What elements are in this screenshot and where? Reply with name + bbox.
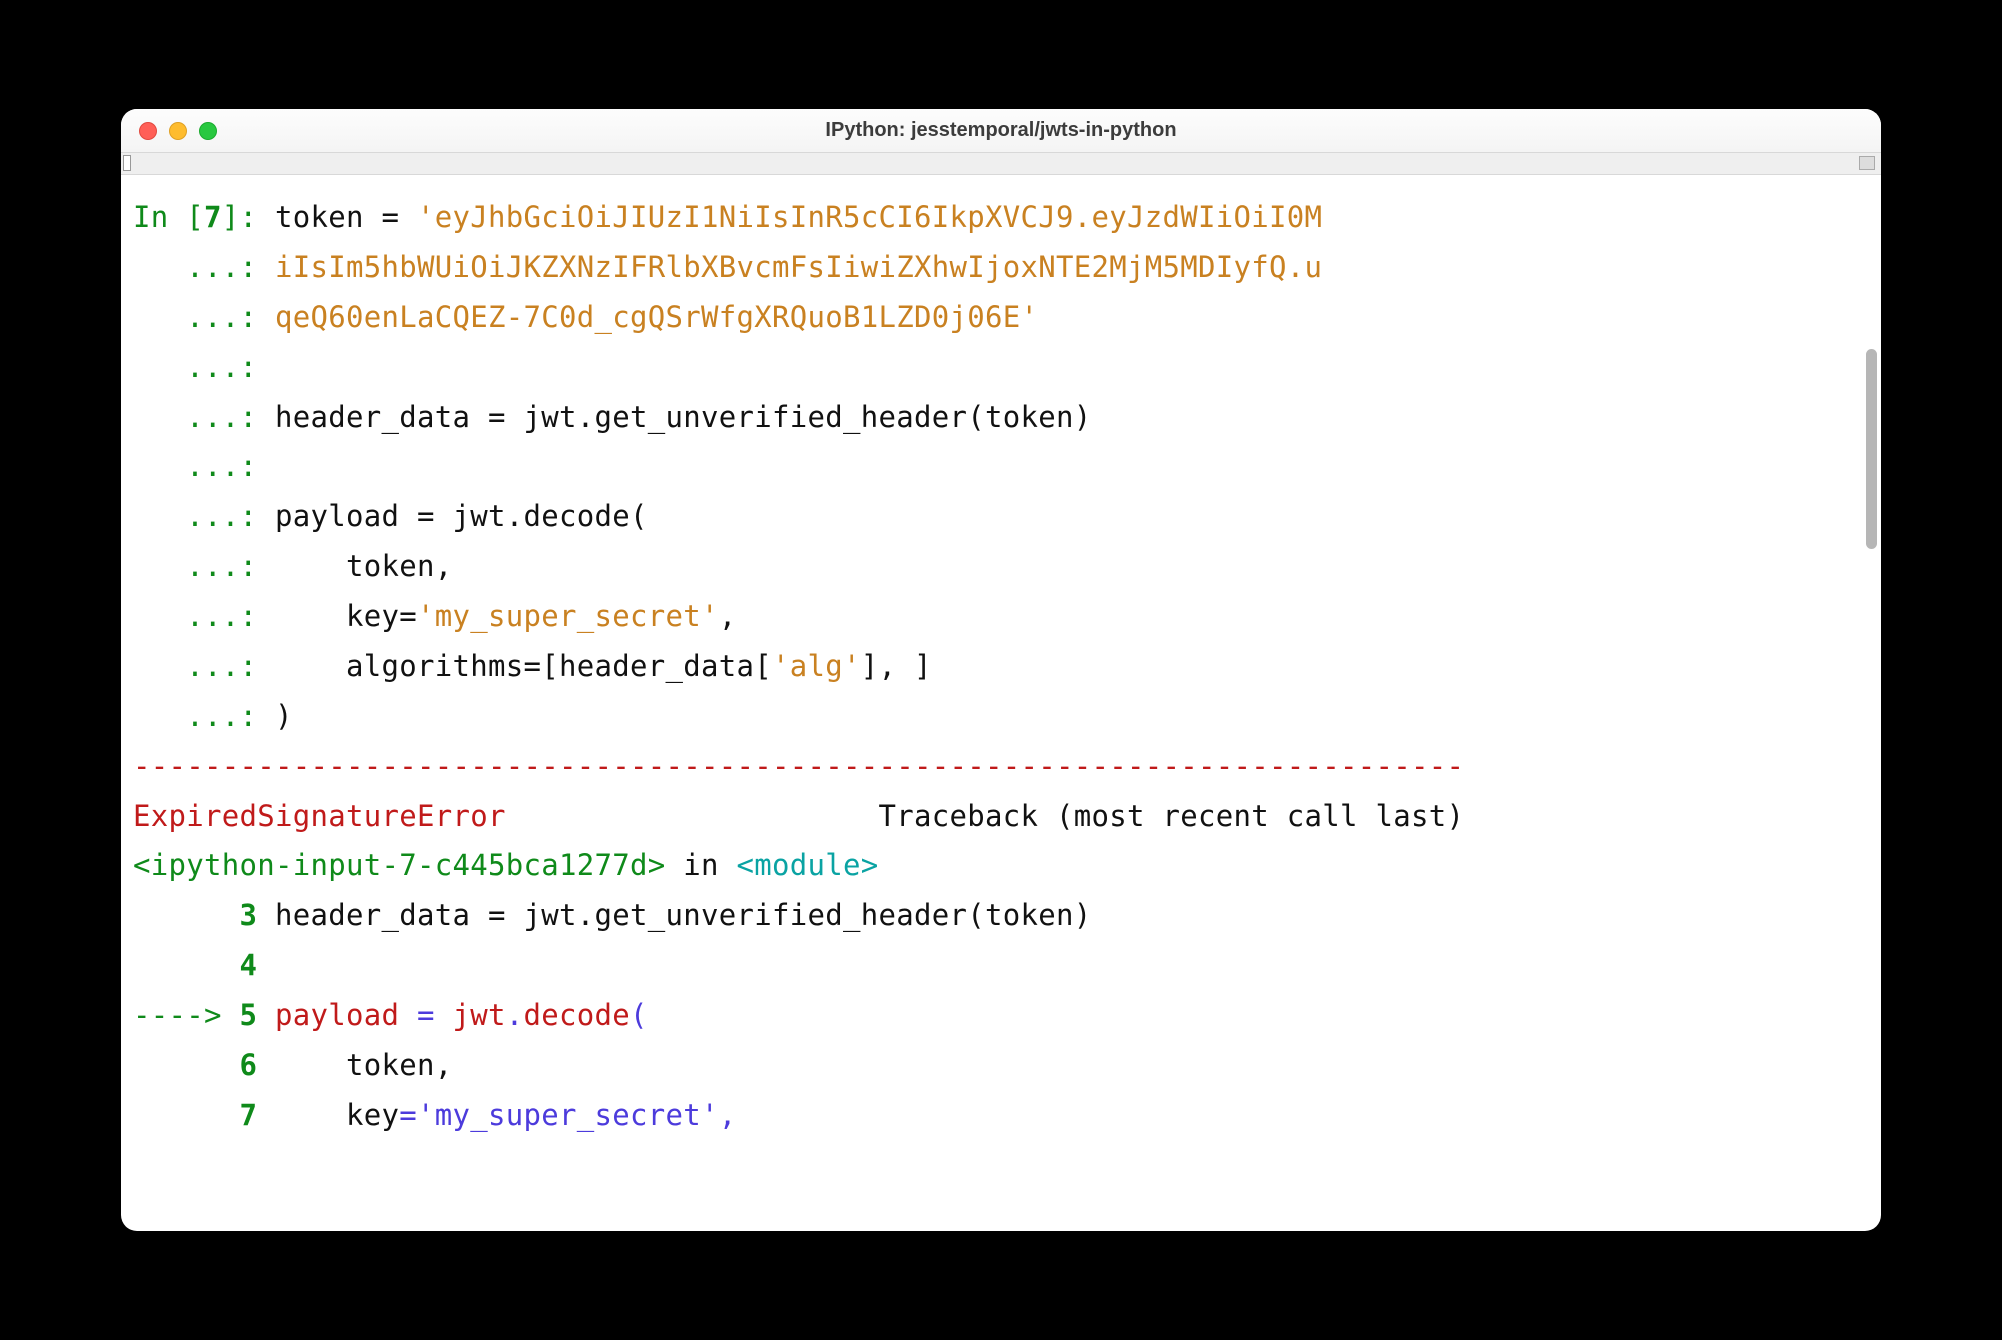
ipython-continuation: ...: (133, 699, 275, 733)
close-button[interactable] (139, 122, 157, 140)
line-number: 4 (240, 948, 258, 982)
line-number: 7 (240, 1098, 258, 1132)
traceback-separator: ----------------------------------------… (133, 749, 1464, 783)
code-text: token, (275, 549, 453, 583)
line-number: 6 (240, 1048, 258, 1082)
traceback-code: header_data = jwt.get_unverified_header(… (257, 898, 1091, 932)
minimize-button[interactable] (169, 122, 187, 140)
code-text: token = (275, 200, 417, 234)
ipython-continuation: ...: (133, 649, 275, 683)
code-text: key= (275, 599, 417, 633)
string-literal: 'eyJhbGciOiJIUzI1NiIsInR5cCI6IkpXVCJ9.ey… (417, 200, 1322, 234)
ipython-prompt: In [7]: (133, 200, 275, 234)
traffic-lights (121, 122, 217, 140)
toolbar-tab-marker (123, 155, 131, 171)
module-word: <module> (736, 848, 878, 882)
ipython-continuation: ...: (133, 400, 275, 434)
ipython-continuation: ...: (133, 549, 275, 583)
zoom-button[interactable] (199, 122, 217, 140)
scrollbar-track[interactable] (1863, 179, 1877, 1227)
ipython-continuation: ...: (133, 449, 275, 483)
input-ref: <ipython-input-7-c445bca1277d> (133, 848, 665, 882)
code-text: algorithms=[header_data[ (275, 649, 772, 683)
ipython-continuation: ...: (133, 250, 275, 284)
error-name: ExpiredSignatureError (133, 799, 506, 833)
code-text: payload = jwt.decode( (275, 499, 648, 533)
terminal-content[interactable]: In [7]: token = 'eyJhbGciOiJIUzI1NiIsInR… (121, 175, 1881, 1141)
string-literal: qeQ60enLaCQEZ-7C0d_cgQSrWfgXRQuoB1LZD0j0… (275, 300, 1038, 334)
string-literal: 'alg' (772, 649, 861, 683)
traceback-label: Traceback (most recent call last) (879, 799, 1465, 833)
string-literal: 'my_super_secret' (417, 599, 719, 633)
window-titlebar: IPython: jesstemporal/jwts-in-python (121, 109, 1881, 153)
code-text: header_data = jwt.get_unverified_header(… (275, 400, 1091, 434)
line-number: 3 (240, 898, 258, 932)
scrollbar-thumb[interactable] (1866, 349, 1877, 549)
traceback-arrow: ----> (133, 998, 240, 1032)
ipython-continuation: ...: (133, 499, 275, 533)
string-literal: iIsIm5hbWUiOiJKZXNzIFRlbXBvcmFsIiwiZXhwI… (275, 250, 1322, 284)
terminal-content-wrapper: In [7]: token = 'eyJhbGciOiJIUzI1NiIsInR… (121, 175, 1881, 1231)
window-title: IPython: jesstemporal/jwts-in-python (121, 119, 1881, 142)
terminal-window: IPython: jesstemporal/jwts-in-python In … (121, 109, 1881, 1231)
toolbar-grip-icon (1859, 156, 1875, 170)
window-toolbar (121, 153, 1881, 175)
ipython-continuation: ...: (133, 300, 275, 334)
code-text: ) (275, 699, 293, 733)
ipython-continuation: ...: (133, 350, 275, 384)
line-number: 5 (240, 998, 258, 1032)
ipython-continuation: ...: (133, 599, 275, 633)
